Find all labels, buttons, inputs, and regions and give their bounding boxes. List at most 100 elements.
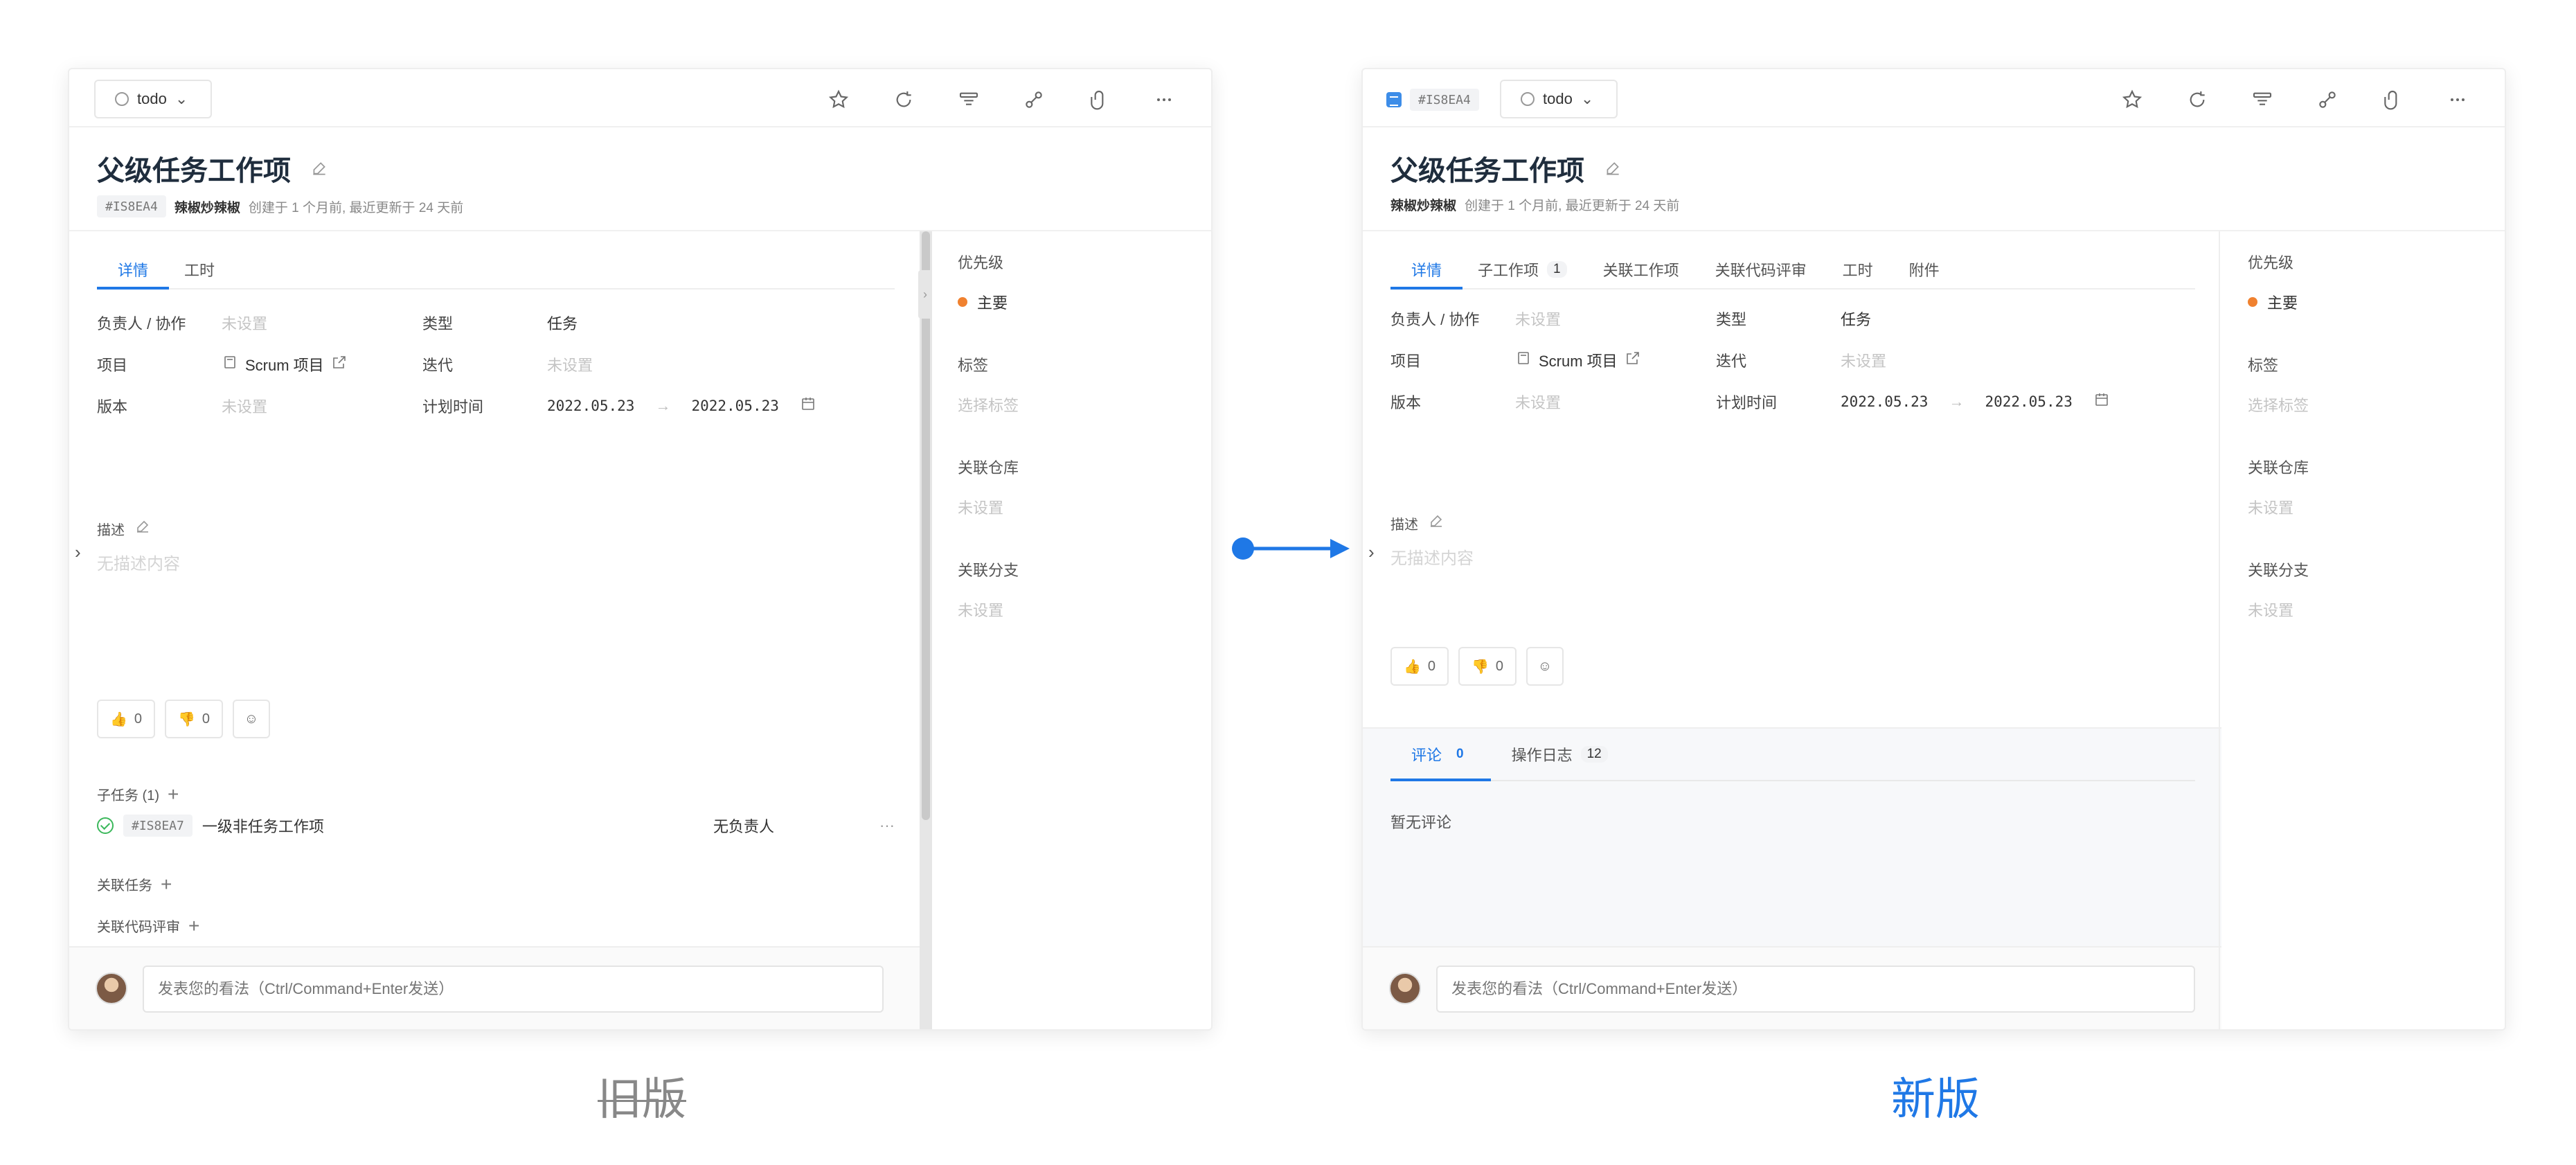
meta-time: 创建于 1 个月前, 最近更新于 24 天前 xyxy=(1465,199,1680,213)
description-value[interactable]: 无描述内容 xyxy=(1390,544,1474,569)
link-icon[interactable] xyxy=(1020,86,1048,114)
tab-linked-reviews[interactable]: 关联代码评审 xyxy=(1715,251,1807,288)
external-link-icon[interactable] xyxy=(1625,350,1641,371)
tab-linked-items[interactable]: 关联工作项 xyxy=(1603,251,1679,288)
project-value[interactable]: Scrum 项目 xyxy=(222,353,422,375)
chevron-right-icon[interactable]: › xyxy=(1368,542,1375,563)
subtask-id-chip[interactable]: #IS8EA7 xyxy=(123,815,193,837)
field-grid: 负责人 / 协作 未设置 类型 任务 项目 Scrum 项目 迭代 未设置 版本… xyxy=(97,302,816,427)
type-value[interactable]: 任务 xyxy=(547,312,578,334)
comment-input[interactable] xyxy=(143,966,884,1013)
filter-icon[interactable] xyxy=(955,86,983,114)
tab-worktime[interactable]: 工时 xyxy=(184,251,215,288)
comment-footer xyxy=(1363,946,2221,1029)
check-circle-icon xyxy=(97,817,114,834)
assignee-value[interactable]: 未设置 xyxy=(222,312,422,334)
calendar-icon[interactable] xyxy=(2093,391,2110,412)
version-value[interactable]: 未设置 xyxy=(222,395,422,417)
tag-value[interactable]: 选择标签 xyxy=(958,393,1211,416)
more-icon[interactable]: ··· xyxy=(879,817,895,835)
edit-icon[interactable] xyxy=(134,518,151,539)
repo-label: 关联仓库 xyxy=(958,459,1019,477)
subtask-title[interactable]: 一级非任务工作项 xyxy=(202,815,324,837)
plus-icon[interactable]: + xyxy=(161,874,172,894)
thumbs-up-button[interactable]: 👍 0 xyxy=(1390,647,1449,686)
status-dropdown[interactable]: todo ⌄ xyxy=(94,80,212,118)
author-name[interactable]: 辣椒炒辣椒 xyxy=(175,197,240,216)
tab-details[interactable]: 详情 xyxy=(96,251,170,290)
plus-icon[interactable]: + xyxy=(188,916,199,936)
project-value[interactable]: Scrum 项目 xyxy=(1515,349,1716,371)
iteration-value[interactable]: 未设置 xyxy=(1841,349,1886,371)
more-icon[interactable] xyxy=(2444,86,2471,114)
priority-value[interactable]: 主要 xyxy=(2248,291,2505,313)
scrollbar-thumb[interactable] xyxy=(922,231,930,820)
branch-value[interactable]: 未设置 xyxy=(2248,598,2505,621)
activity-tabs: 评论 0 操作日志 12 xyxy=(1390,729,2195,781)
edit-icon[interactable] xyxy=(1428,513,1444,533)
subtask-row[interactable]: #IS8EA7 一级非任务工作项 无负责人 ··· xyxy=(97,812,895,839)
iteration-value[interactable]: 未设置 xyxy=(547,353,593,375)
toolbar-icons xyxy=(2118,86,2471,114)
description-value[interactable]: 无描述内容 xyxy=(97,550,180,574)
subtasks-section-header: 子任务 (1) + xyxy=(97,784,179,804)
tag-value[interactable]: 选择标签 xyxy=(2248,393,2505,416)
tab-child-items[interactable]: 子工作项 1 xyxy=(1478,251,1567,288)
operation-log-count: 12 xyxy=(1580,746,1608,763)
attachment-icon[interactable] xyxy=(2379,86,2406,114)
detail-tabs: 详情 工时 xyxy=(96,251,895,290)
item-id-badge[interactable]: #IS8EA4 xyxy=(1386,89,1479,111)
item-id-chip[interactable]: #IS8EA4 xyxy=(97,195,166,217)
repo-value[interactable]: 未设置 xyxy=(958,496,1211,518)
link-icon[interactable] xyxy=(2314,86,2341,114)
attachment-icon[interactable] xyxy=(1085,86,1113,114)
new-version-caption: 新版 xyxy=(1891,1074,1980,1124)
star-icon[interactable] xyxy=(825,86,852,114)
assignee-label: 负责人 / 协作 xyxy=(1390,311,1480,328)
edit-icon[interactable] xyxy=(1604,153,1622,184)
tab-attachments[interactable]: 附件 xyxy=(1909,251,1940,288)
thumbs-down-button[interactable]: 👎 0 xyxy=(165,700,223,738)
author-name[interactable]: 辣椒炒辣椒 xyxy=(1390,195,1456,214)
type-value[interactable]: 任务 xyxy=(1841,308,1871,330)
refresh-icon[interactable] xyxy=(2183,86,2211,114)
chevron-down-icon: ⌄ xyxy=(175,90,188,107)
linked-reviews-section-header: 关联代码评审 + xyxy=(97,916,199,936)
status-dropdown[interactable]: todo ⌄ xyxy=(1500,80,1618,118)
assignee-value[interactable]: 未设置 xyxy=(1515,308,1716,330)
edit-icon[interactable] xyxy=(310,153,328,184)
plan-time-value[interactable]: 2022.05.23 → 2022.05.23 xyxy=(547,395,816,416)
tab-worktime[interactable]: 工时 xyxy=(1843,251,1873,288)
arrow-right-icon xyxy=(1232,537,1350,560)
plus-icon[interactable]: + xyxy=(168,784,179,804)
item-header: 父级任务工作项 辣椒炒辣椒 创建于 1 个月前, 最近更新于 24 天前 xyxy=(1363,127,2505,231)
more-icon[interactable] xyxy=(1150,86,1178,114)
project-icon xyxy=(1515,350,1532,371)
avatar xyxy=(1389,972,1421,1004)
repo-value[interactable]: 未设置 xyxy=(2248,496,2505,518)
item-body: 详情 子工作项 1 关联工作项 关联代码评审 工时 附件 负责人 / 协作 未设置… xyxy=(1363,231,2505,1029)
external-link-icon[interactable] xyxy=(331,354,348,375)
version-value[interactable]: 未设置 xyxy=(1515,391,1716,413)
top-toolbar: todo ⌄ xyxy=(69,69,1211,127)
tab-details[interactable]: 详情 xyxy=(1390,251,1463,290)
top-toolbar: #IS8EA4 todo ⌄ xyxy=(1363,69,2505,127)
assignee-label: 负责人 / 协作 xyxy=(97,315,186,332)
thumbs-down-count: 0 xyxy=(202,711,211,727)
subtask-owner[interactable]: 无负责人 xyxy=(713,815,774,837)
thumbs-up-button[interactable]: 👍 0 xyxy=(97,700,155,738)
star-icon[interactable] xyxy=(2118,86,2146,114)
tab-operation-log[interactable]: 操作日志 12 xyxy=(1512,729,1608,780)
refresh-icon[interactable] xyxy=(890,86,918,114)
priority-value[interactable]: 主要 xyxy=(958,291,1211,313)
calendar-icon[interactable] xyxy=(800,395,816,416)
emoji-button[interactable]: ☺ xyxy=(1526,647,1564,686)
plan-time-value[interactable]: 2022.05.23 → 2022.05.23 xyxy=(1841,391,2110,412)
filter-icon[interactable] xyxy=(2248,86,2276,114)
branch-value[interactable]: 未设置 xyxy=(958,598,1211,621)
chevron-right-icon[interactable]: › xyxy=(75,542,81,563)
tab-comments[interactable]: 评论 0 xyxy=(1390,729,1491,781)
comment-input[interactable] xyxy=(1436,966,2195,1013)
emoji-button[interactable]: ☺ xyxy=(233,700,270,738)
thumbs-down-button[interactable]: 👎 0 xyxy=(1458,647,1517,686)
